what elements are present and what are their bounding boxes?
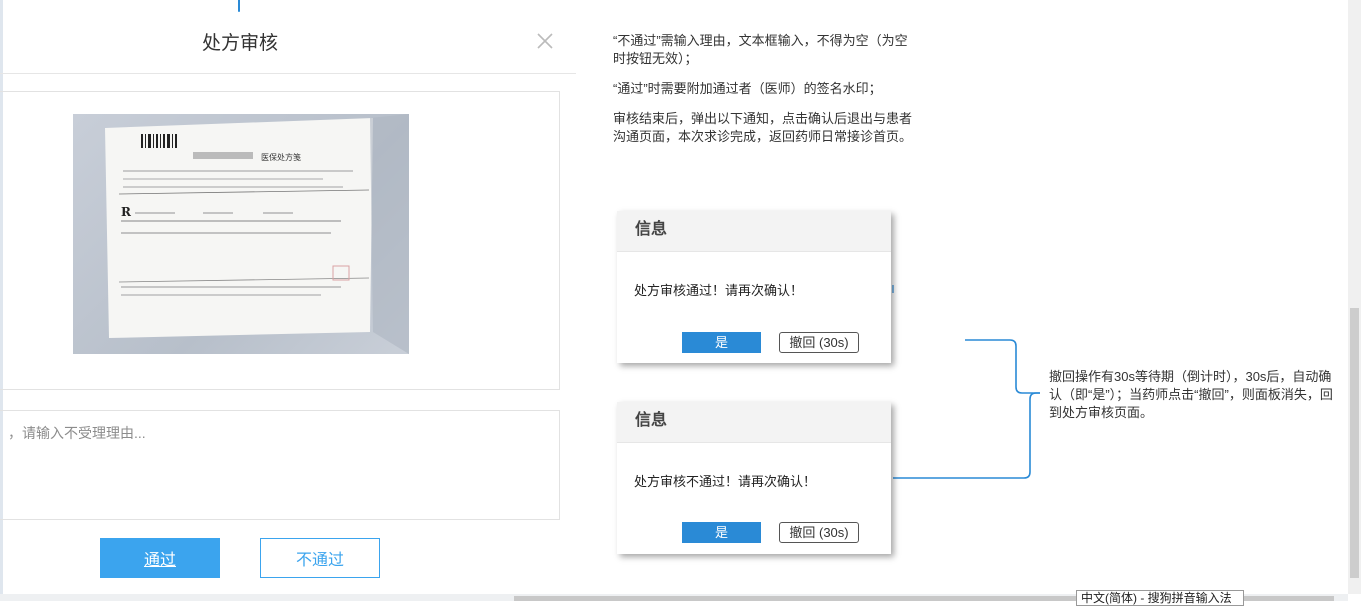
close-icon[interactable] (536, 32, 554, 50)
prescription-photo: 医保处方笺 R (73, 114, 409, 354)
confirm-reject-popup: 信息 处方审核不通过！请再次确认！ 是 撤回 (30s) (617, 402, 891, 554)
undo-annotation: 撤回操作有30s等待期（倒计时），30s后，自动确认（即“是”）；当药师点击“撤… (1049, 369, 1333, 420)
confirm-yes-button[interactable]: 是 (682, 522, 761, 543)
confirm-pass-popup: 信息 处方审核通过！请再次确认！ 是 撤回 (30s) (617, 211, 891, 363)
note-after-review: 审核结束后，弹出以下通知，点击确认后退出与患者沟通页面，本次求诊完成，返回药师日… (613, 111, 913, 144)
popup-message: 处方审核不通过！请再次确认！ (634, 474, 817, 489)
dialog-title: 处方审核 (201, 33, 278, 54)
popup-title: 信息 (617, 211, 891, 252)
confirm-yes-button[interactable]: 是 (682, 332, 761, 353)
header-divider (0, 73, 576, 74)
undo-button[interactable]: 撤回 (30s) (779, 522, 859, 543)
note-pass-rule: “通过”时需要附加通过者（医师）的签名水印； (613, 81, 882, 96)
photo-header-text: 医保处方笺 (261, 152, 301, 162)
reject-reason-input[interactable] (0, 411, 556, 525)
undo-button[interactable]: 撤回 (30s) (779, 332, 859, 353)
popup-message: 处方审核通过！请再次确认！ (634, 283, 804, 298)
reject-button[interactable]: 不通过 (260, 538, 380, 578)
reason-box (0, 410, 560, 525)
pass-button[interactable]: 通过 (100, 538, 220, 578)
rx-symbol: R (121, 205, 132, 219)
popup-title: 信息 (617, 402, 891, 443)
connector-stub (238, 0, 240, 12)
vertical-scrollbar-thumb[interactable] (1350, 308, 1359, 578)
annotation-notes: “不通过”需输入理由，文本框输入，不得为空（为空时按钮无效）； “通过”时需要附… (613, 32, 918, 158)
note-reject-rule: “不通过”需输入理由，文本框输入，不得为空（为空时按钮无效）； (613, 33, 908, 66)
prescription-review-dialog: 处方审核 医保处方笺 R ，请输入不受理理由... 通过 不通过 (0, 0, 576, 601)
ime-status-bar[interactable]: 中文(简体) - 搜狗拼音输入法 (1076, 590, 1244, 606)
